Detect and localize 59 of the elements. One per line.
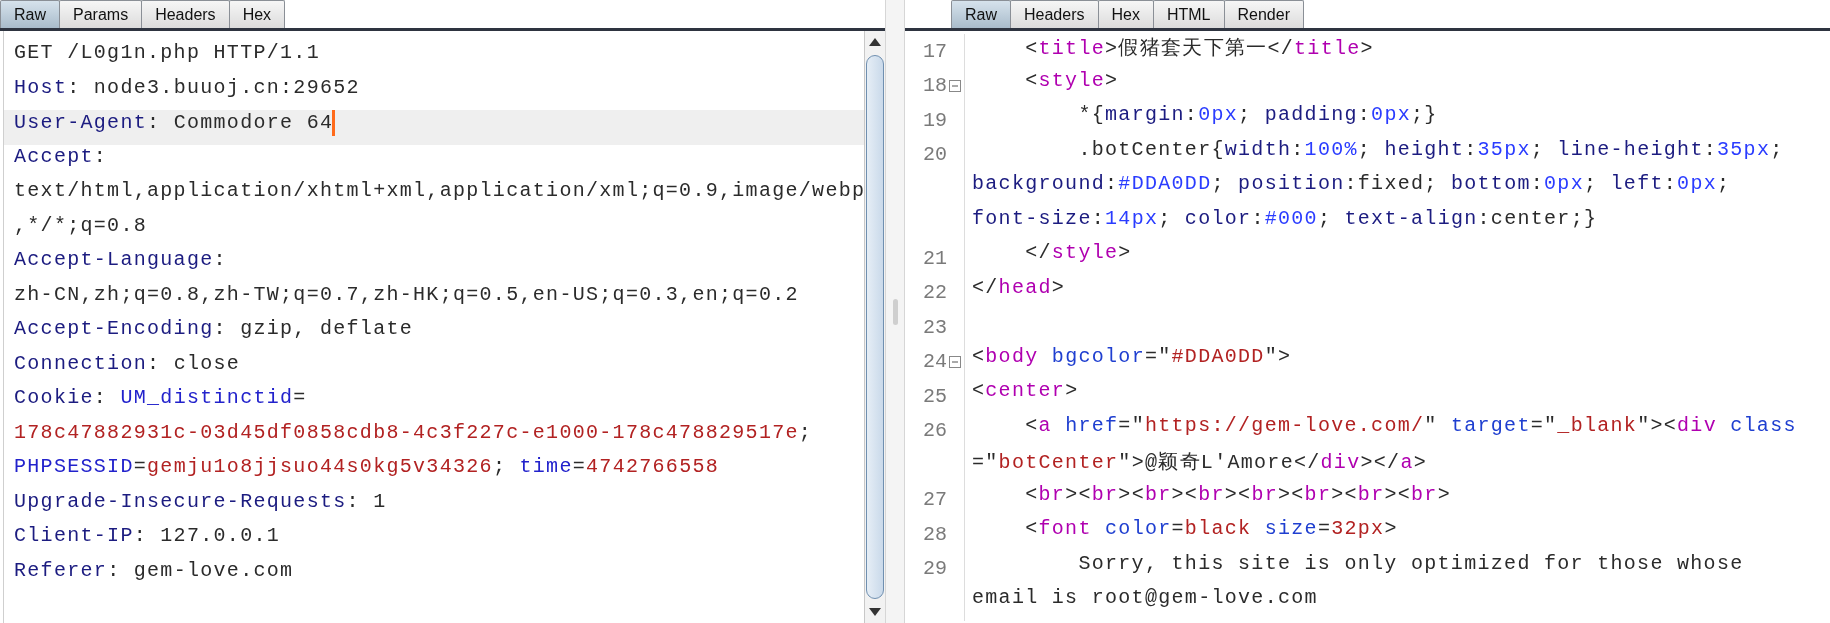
source-line: <style> [1024,68,1119,94]
source-line: <title>假猪套天下第一</title> [1024,36,1374,62]
source-line: </head> [972,275,1066,301]
source-line: email is root@gem-love.com [972,586,1318,611]
code-line: ,*/*;q=0.8 [14,213,148,237]
line-number: 28 [923,522,947,546]
collapse-icon[interactable] [949,355,961,368]
code-line: Connection: close [14,351,241,375]
source-line: <body bgcolor="#DDA0DD"> [972,344,1292,370]
tab[interactable]: HTML [1152,0,1225,28]
source-line: <a href="https://gem-love.com/" target="_blank"><div class [1024,413,1797,439]
line-number: 21 [923,246,947,270]
tab[interactable]: Headers [141,0,230,28]
code-line: Accept: [14,144,108,168]
code-line: Upgrade-Insecure-Requests: 1 [14,489,387,513]
line-number: 17 [923,39,947,63]
tab[interactable]: Params [59,0,143,28]
source-line: background:#DDA0DD; position:fixed; bottom:0px; left:0px; [972,172,1731,197]
code-line: Accept-Language: [14,248,227,271]
tab[interactable]: Raw [0,0,60,28]
source-line: <br><br><br><br><br><br><br><br> [1024,482,1451,508]
code-line: Referer: gem-love.com [14,558,294,582]
source-line: *{margin:0px; padding:0px;} [1077,103,1438,128]
code-line: Host: node3.buuoj.cn:29652 [14,75,360,99]
source-line: Sorry, this site is only optimized for those whose [1077,551,1744,577]
source-line: ="botCenter">@颖奇L'Amore</div></a> [972,450,1427,476]
line-number: 23 [923,315,947,339]
code-line: User-Agent: Commodore 64 [14,111,334,135]
line-number: 27 [923,488,947,512]
scrollbar-thumb[interactable] [866,55,884,599]
source-line: .botCenter{width:100%; height:35px; line-height:35px; [1077,137,1784,163]
line-number: 26 [923,419,947,443]
source-line: <center> [972,379,1079,404]
source-line: font-size:14px; color:#000; text-align:center;} [972,206,1598,232]
line-number: 24 [923,350,947,374]
code-line: zh-CN,zh;q=0.8,zh-TW;q=0.7,zh-HK;q=0.5,en-US;q=0.3,en;q=0.2 [14,282,799,306]
text-cursor [332,110,336,136]
line-number: 22 [923,281,947,305]
collapse-icon[interactable] [949,79,961,92]
code-line: text/html,application/xhtml+xml,application/xml;q=0.9,image/webp [14,179,864,202]
code-line: Client-IP: 127.0.0.1 [14,524,281,547]
line-number: 20 [923,143,947,167]
code-line: Cookie: UM_distinctid= [14,386,307,409]
code-line: 178c47882931c-03d45df0858cdb8-4c3f227c-e1000-178c478829517e; [14,420,813,444]
line-number: 29 [923,557,947,581]
source-line: <font color=black size=32px> [1024,517,1398,542]
tab[interactable]: Render [1223,0,1304,28]
tab[interactable]: Headers [1010,0,1099,28]
source-line: </style> [1024,241,1132,266]
splitter-grip[interactable] [892,298,898,325]
tab[interactable]: Hex [228,0,286,28]
code-line: Accept-Encoding: gzip, deflate [14,317,414,340]
tab[interactable]: Raw [951,0,1011,28]
line-number: 25 [923,384,947,408]
code-line: GET /L0g1n.php HTTP/1.1 [14,41,320,64]
code-line: PHPSESSID=gemju1o8jjsuo44s0kg5v34326; time=4742766558 [14,455,720,478]
line-number: 18 [923,74,947,98]
tab[interactable]: Hex [1097,0,1154,28]
line-number: 19 [923,108,947,132]
